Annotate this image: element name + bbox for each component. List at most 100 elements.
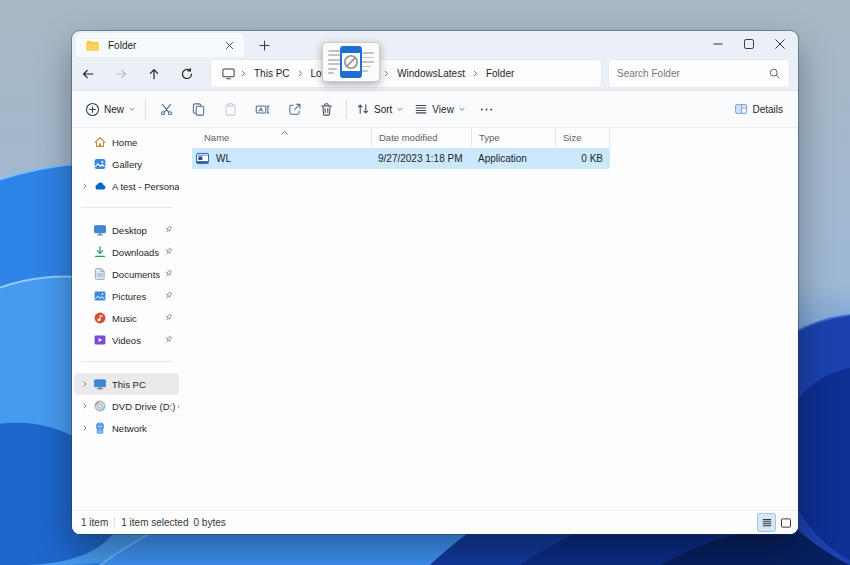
application-icon-large	[340, 46, 362, 78]
details-view-icon	[761, 517, 773, 529]
selection-summary: 1 item selected	[121, 517, 188, 528]
toolbar-separator	[145, 99, 146, 119]
expand-chevron-icon[interactable]	[78, 421, 92, 435]
details-pane-icon	[734, 102, 748, 116]
back-button[interactable]	[74, 60, 102, 88]
blocked-icon	[343, 54, 359, 70]
drag-preview-text-lines	[328, 50, 340, 74]
cut-button[interactable]	[152, 94, 180, 124]
file-date-modified: 9/27/2023 1:18 PM	[371, 148, 471, 169]
home-icon	[92, 135, 107, 150]
paste-icon	[223, 102, 238, 117]
new-tab-button[interactable]	[253, 34, 275, 56]
column-header-size[interactable]: Size	[555, 128, 610, 147]
drag-preview-text-lines	[362, 52, 374, 72]
expand-chevron-icon[interactable]	[78, 179, 92, 193]
navigation-pane: Home Gallery A test - Personal Desktop	[72, 128, 181, 510]
breadcrumb-chevron-icon	[471, 69, 480, 78]
breadcrumb-folder[interactable]: Folder	[481, 61, 519, 86]
chevron-down-icon	[128, 105, 136, 113]
delete-button[interactable]	[312, 94, 340, 124]
window-body: Home Gallery A test - Personal Desktop	[72, 128, 798, 510]
dvd-drive-icon	[92, 399, 107, 414]
sidebar-item-onedrive[interactable]: A test - Personal	[74, 175, 179, 197]
sidebar-item-videos[interactable]: Videos	[74, 329, 179, 351]
column-header-type[interactable]: Type	[471, 128, 555, 147]
file-row-wl[interactable]: WL 9/27/2023 1:18 PM Application 0 KB	[192, 148, 610, 169]
sidebar-separator	[81, 361, 172, 362]
sort-button[interactable]: Sort	[351, 94, 409, 124]
gallery-icon	[92, 157, 107, 172]
sidebar-item-desktop[interactable]: Desktop	[74, 219, 179, 241]
forward-button[interactable]	[107, 60, 135, 88]
toolbar-separator	[346, 99, 347, 119]
copy-button[interactable]	[184, 94, 212, 124]
expand-chevron-icon[interactable]	[78, 399, 92, 413]
pin-icon	[163, 246, 174, 259]
sort-arrows-icon	[356, 102, 370, 116]
sort-ascending-icon	[280, 128, 289, 138]
refresh-button[interactable]	[173, 60, 201, 88]
status-divider	[114, 517, 115, 528]
sidebar-item-music[interactable]: Music	[74, 307, 179, 329]
view-button[interactable]: View	[409, 94, 471, 124]
chevron-down-icon	[396, 105, 404, 113]
scissors-icon	[159, 102, 174, 117]
window-controls	[702, 31, 795, 57]
sidebar-item-network[interactable]: Network	[74, 417, 179, 439]
new-button[interactable]: New	[80, 94, 141, 124]
column-header-name[interactable]: Name	[192, 128, 371, 147]
address-bar[interactable]: This PC Local Disk (C:) WindowsLatest Fo…	[210, 59, 602, 88]
sidebar-item-home[interactable]: Home	[74, 131, 179, 153]
breadcrumb-chevron-icon	[296, 69, 305, 78]
copy-icon	[191, 102, 206, 117]
column-header-date-modified[interactable]: Date modified	[371, 128, 471, 147]
navigation-bar: This PC Local Disk (C:) WindowsLatest Fo…	[72, 57, 798, 90]
view-toggles	[758, 514, 794, 531]
sidebar-item-documents[interactable]: Documents	[74, 263, 179, 285]
computer-icon	[92, 377, 107, 392]
plus-circle-icon	[85, 102, 100, 117]
minimize-button[interactable]	[702, 31, 733, 57]
command-bar: New Sort View	[72, 90, 798, 128]
search-icon	[768, 67, 781, 80]
large-icons-view-icon	[780, 517, 792, 529]
up-button[interactable]	[140, 60, 168, 88]
sidebar-item-gallery[interactable]: Gallery	[74, 153, 179, 175]
expand-chevron-icon[interactable]	[78, 377, 92, 391]
details-view-toggle[interactable]	[758, 514, 775, 531]
desktop: Folder This PC Local Disk (C:)	[0, 0, 850, 565]
breadcrumb-this-pc[interactable]: This PC	[249, 61, 295, 86]
downloads-icon	[92, 245, 107, 260]
tab-folder[interactable]: Folder	[76, 33, 244, 57]
rename-button[interactable]	[248, 94, 276, 124]
tab-close-icon[interactable]	[221, 37, 238, 54]
sidebar-separator	[81, 207, 172, 208]
sidebar-item-pictures[interactable]: Pictures	[74, 285, 179, 307]
column-headers: Name Date modified Type Size	[192, 128, 610, 147]
sidebar-item-downloads[interactable]: Downloads	[74, 241, 179, 263]
breadcrumb-windowslatest[interactable]: WindowsLatest	[392, 61, 470, 86]
more-options-button[interactable]	[473, 94, 501, 124]
search-input[interactable]: Search Folder	[608, 59, 790, 88]
file-explorer-window: Folder This PC Local Disk (C:)	[72, 31, 798, 534]
sidebar-item-this-pc[interactable]: This PC	[74, 373, 179, 395]
file-size: 0 KB	[555, 148, 610, 169]
rename-icon	[255, 102, 270, 117]
details-button[interactable]: Details	[729, 94, 788, 124]
documents-icon	[92, 267, 107, 282]
share-button[interactable]	[280, 94, 308, 124]
folder-icon	[85, 38, 100, 53]
chevron-down-icon	[458, 105, 466, 113]
paste-button[interactable]	[216, 94, 244, 124]
maximize-button[interactable]	[733, 31, 764, 57]
desktop-icon	[92, 223, 107, 238]
close-button[interactable]	[764, 31, 795, 57]
pin-icon	[163, 268, 174, 281]
large-icons-view-toggle[interactable]	[777, 514, 794, 531]
application-icon	[195, 151, 210, 166]
sidebar-item-dvd-drive[interactable]: DVD Drive (D:) CCC	[74, 395, 179, 417]
pin-icon	[163, 224, 174, 237]
file-type: Application	[471, 148, 555, 169]
tab-bar: Folder	[72, 31, 798, 57]
